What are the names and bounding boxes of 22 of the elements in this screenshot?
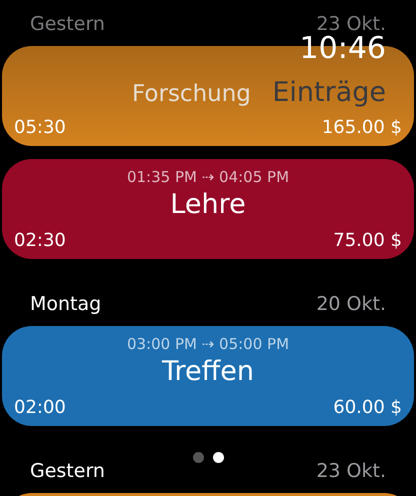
page-dot[interactable] <box>192 452 204 463</box>
price-label: 60.00 $ <box>333 396 402 420</box>
entry-title: Lehre <box>170 188 246 222</box>
date-label: 20 Okt. <box>316 293 386 315</box>
entry-card[interactable]: 01:35 PM ⇢ 04:05 PM Lehre 02:30 75.00 $ <box>2 159 414 259</box>
entry-card[interactable]: 03:00 PM ⇢ 05:00 PM Treffen 02:00 60.00 $ <box>2 326 414 426</box>
duration-label: 02:00 <box>14 396 66 420</box>
time-range: 01:35 PM ⇢ 04:05 PM <box>126 167 290 187</box>
duration-label: 05:30 <box>14 116 66 140</box>
screen-title: Einträge <box>272 76 386 110</box>
entry-title: Treffen <box>162 355 254 389</box>
day-label: Montag <box>30 293 102 315</box>
day-label: Gestern <box>30 460 105 482</box>
page-dot[interactable] <box>212 452 224 463</box>
date-label: 23 Okt. <box>316 13 386 35</box>
price-label: 165.00 $ <box>322 116 402 140</box>
price-label: 75.00 $ <box>333 229 402 253</box>
duration-label: 02:30 <box>14 229 66 253</box>
date-label: 23 Okt. <box>316 460 386 482</box>
time-range: 03:00 PM ⇢ 05:00 PM <box>126 334 290 354</box>
day-label: Gestern <box>30 13 105 35</box>
entry-title: Forschung <box>132 80 251 109</box>
